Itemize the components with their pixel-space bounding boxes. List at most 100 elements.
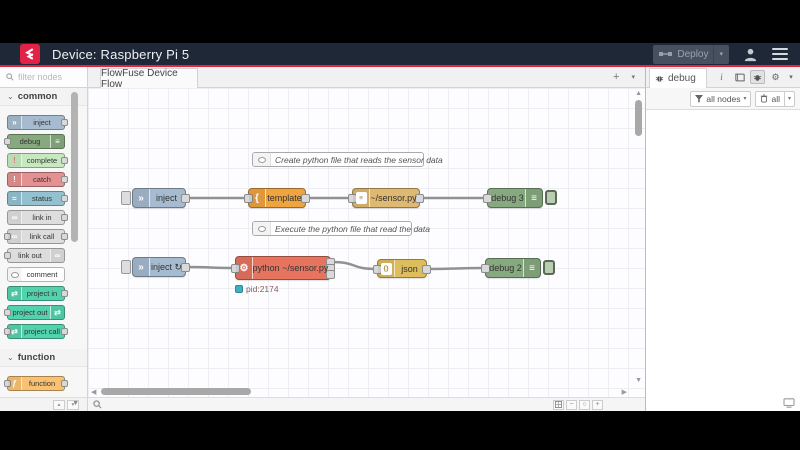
clear-all-label: all <box>771 93 780 104</box>
help-tab-button[interactable] <box>732 70 747 84</box>
flow-node-template[interactable]: {template <box>244 188 310 208</box>
flow-node-json[interactable]: {} json <box>373 259 431 278</box>
comment-node[interactable]: Create python file that reads the sensor… <box>252 152 443 167</box>
clear-all-button[interactable]: all <box>755 90 785 107</box>
palette-node-link-in[interactable]: ∞ link in <box>7 210 68 225</box>
horizontal-scrollbar: ◀ ▶ <box>88 387 645 397</box>
scroll-right-icon[interactable]: ▶ <box>622 388 627 396</box>
palette-node-comment[interactable]: comment <box>7 267 65 282</box>
palette-node-label: project call <box>24 327 60 336</box>
deploy-icon <box>659 52 673 56</box>
flow-canvas[interactable]: Create python file that reads the sensor… <box>88 88 645 411</box>
vertical-scrollbar-thumb[interactable] <box>635 100 642 136</box>
info-tab-button[interactable]: i <box>714 70 729 84</box>
node-label: debug 3 <box>491 193 524 203</box>
palette-category-list: ƒ function <box>0 367 87 397</box>
palette-scrollbar[interactable] <box>71 92 78 242</box>
palette-node-function[interactable]: ƒ function <box>4 376 68 391</box>
zoom-out-button[interactable]: − <box>566 399 577 410</box>
node-label: ~/sensor.py <box>370 193 417 203</box>
comment-text: Execute the python file that read the da… <box>275 223 430 234</box>
menu-icon[interactable] <box>772 48 788 60</box>
palette-search[interactable]: filter nodes <box>0 67 88 88</box>
palette-node-debug[interactable]: ≡ debug <box>4 134 65 149</box>
palette-node-label: project in <box>26 289 58 298</box>
deploy-chevron-icon[interactable]: ▾ <box>719 50 723 58</box>
tab-debug[interactable]: debug <box>649 68 707 88</box>
debug-messages-list[interactable] <box>646 110 800 411</box>
palette-node-project-out[interactable]: ⇄ project out <box>4 305 65 320</box>
flow-node-inject2[interactable]: » inject ↻ <box>121 257 190 277</box>
filter-nodes-label: all nodes <box>706 93 741 104</box>
palette-node-label: link out <box>18 251 42 260</box>
scroll-down-icon[interactable]: ▼ <box>635 377 642 384</box>
palette-scroll-down-icon[interactable]: ▼ <box>72 400 79 407</box>
palette-collapse-all-button[interactable]: ▲ <box>53 399 65 410</box>
wire[interactable] <box>330 260 378 271</box>
zoom-controls: − ○ + <box>553 399 603 410</box>
clear-options-chevron[interactable]: ▾ <box>784 90 795 107</box>
horizontal-scrollbar-thumb[interactable] <box>101 388 251 395</box>
sidebar-menu-chevron-icon[interactable]: ▾ <box>786 70 796 84</box>
flow-node-exec[interactable]: ⚙ python ~/sensor.py <box>231 256 335 280</box>
inject-button[interactable] <box>121 191 131 205</box>
node-label: inject <box>155 193 177 203</box>
page-title: Device: Raspberry Pi 5 <box>52 46 190 62</box>
palette-node-label: comment <box>26 270 58 279</box>
palette-node-link-out[interactable]: ∞ link out <box>4 248 65 263</box>
palette: ⌄ common» inject ≡ debug! complete! catch ≈ stat… <box>0 88 88 411</box>
config-nodes-tab-button[interactable]: ⚙ <box>768 70 783 84</box>
workspace-tabbar: FlowFuse Device Flow + ▾ <box>88 67 645 90</box>
debug-toggle-button[interactable] <box>543 260 555 275</box>
wire[interactable] <box>426 266 486 271</box>
palette-node-link-call[interactable]: ∞ link call <box>4 229 68 244</box>
scroll-left-icon[interactable]: ◀ <box>91 388 96 396</box>
palette-node-label: status <box>31 194 52 203</box>
tabbar-controls: + ▾ <box>613 67 635 87</box>
user-icon[interactable] <box>743 47 758 62</box>
palette-node-catch[interactable]: ! catch <box>7 172 68 187</box>
debug-filter-row: all nodes ▾ all ▾ <box>646 88 800 110</box>
bug-icon <box>655 76 664 82</box>
search-flows-icon[interactable] <box>93 400 102 409</box>
zoom-reset-button[interactable]: ○ <box>579 399 590 410</box>
book-icon <box>734 73 745 81</box>
comment-bubble-icon <box>253 153 271 166</box>
flow-node-debug2[interactable]: ≡ debug 2 <box>481 258 555 278</box>
sidebar-tab-buttons: i ⚙ ▾ <box>714 70 796 84</box>
wire[interactable] <box>185 265 236 270</box>
filter-nodes-button[interactable]: all nodes ▾ <box>690 90 752 107</box>
main-area: ⌄ common» inject ≡ debug! complete! catch ≈ stat… <box>0 88 800 411</box>
palette-node-label: inject <box>33 118 51 127</box>
palette-node-complete[interactable]: ! complete <box>7 153 68 168</box>
palette-category-function[interactable]: ⌄ function <box>0 349 87 367</box>
palette-category-label: function <box>17 352 56 363</box>
palette-node-status[interactable]: ≈ status <box>7 191 68 206</box>
comment-text: Create python file that reads the sensor… <box>275 154 443 165</box>
inject-button[interactable] <box>121 260 131 274</box>
list-flows-button[interactable]: ▾ <box>631 73 635 81</box>
deploy-button[interactable]: Deploy ▾ <box>653 44 729 64</box>
flow-node-inject1[interactable]: » inject <box>121 188 190 208</box>
palette-node-label: function <box>28 379 56 388</box>
comment-node[interactable]: Execute the python file that read the da… <box>252 221 430 236</box>
header-actions: Deploy ▾ <box>653 44 788 64</box>
palette-node-label: project out <box>12 308 48 317</box>
add-flow-button[interactable]: + <box>613 71 619 83</box>
flow-node-debug3[interactable]: ≡ debug 3 <box>483 188 557 208</box>
palette-node-project-in[interactable]: ⇄ project in <box>7 286 68 301</box>
node-label: inject ↻ <box>150 261 183 272</box>
tab-flowfuse-device-flow[interactable]: FlowFuse Device Flow <box>100 68 198 90</box>
flow-node-file[interactable]: ≡ ~/sensor.py <box>348 188 424 208</box>
sidebar-header: debug i ⚙ ▾ <box>645 67 800 88</box>
debug-tab-button[interactable] <box>750 70 765 84</box>
navigator-icon[interactable] <box>553 399 564 410</box>
zoom-in-button[interactable]: + <box>592 399 603 410</box>
palette-node-project-call[interactable]: ⇄ project call <box>4 324 68 339</box>
open-console-icon[interactable] <box>783 398 795 408</box>
scroll-up-icon[interactable]: ▲ <box>635 90 642 97</box>
debug-toggle-button[interactable] <box>545 190 557 205</box>
header: Device: Raspberry Pi 5 Deploy ▾ <box>0 43 800 67</box>
wires-layer <box>185 196 487 271</box>
palette-node-inject[interactable]: » inject <box>7 115 68 130</box>
